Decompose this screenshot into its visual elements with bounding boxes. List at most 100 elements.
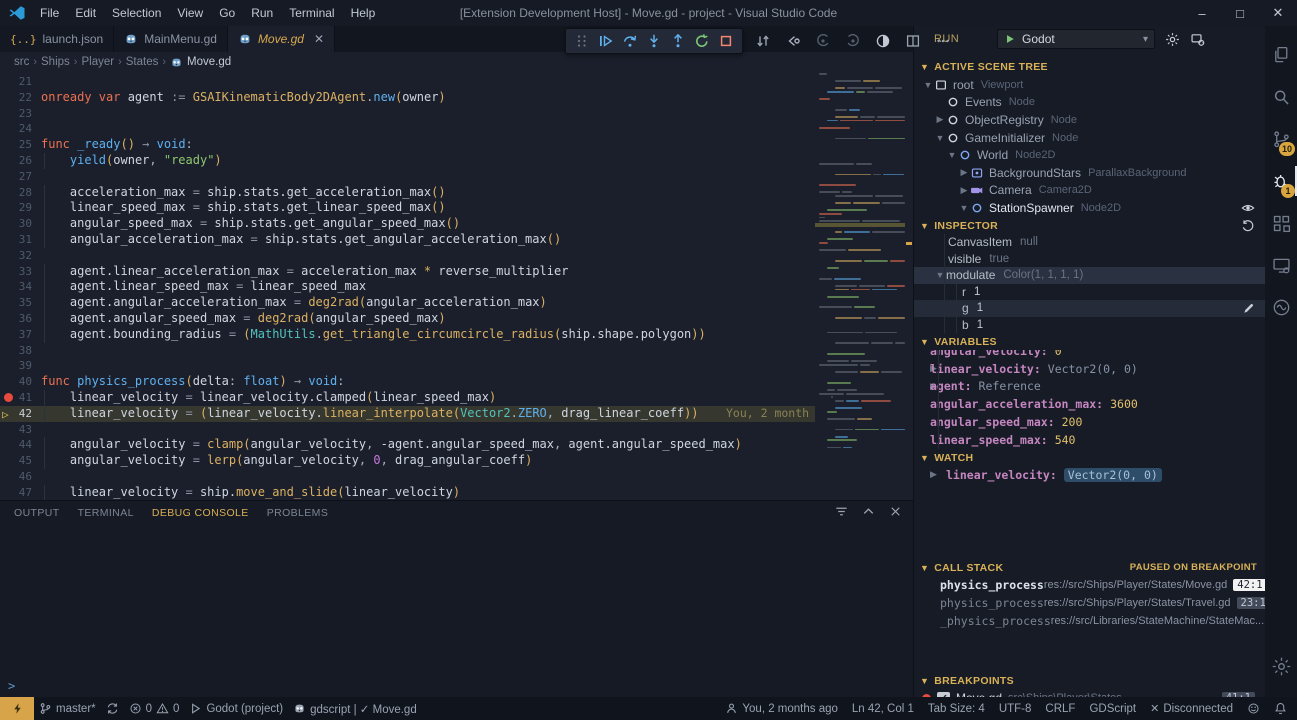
scene-node-events[interactable]: EventsNode xyxy=(914,94,1265,112)
code-line[interactable]: 44 angular_velocity = clamp(angular_velo… xyxy=(0,437,815,453)
code-line[interactable]: 27 xyxy=(0,169,815,185)
activity-remote-explorer[interactable] xyxy=(1265,244,1297,286)
code-line[interactable]: 30 angular_speed_max = ship.stats.get_an… xyxy=(0,216,815,232)
code-line[interactable]: 41 linear_velocity = linear_velocity.cla… xyxy=(0,390,815,406)
inspector-row-modulate[interactable]: ▼modulateColor(1, 1, 1, 1) xyxy=(914,267,1265,284)
code-line[interactable]: 24 xyxy=(0,121,815,137)
menu-terminal[interactable]: Terminal xyxy=(281,0,342,26)
status-language-status[interactable]: gdscript | ✓ Move.gd xyxy=(288,697,422,720)
breakpoint-row[interactable]: ✓Move.gdsrc\Ships\Player\States41:1 xyxy=(914,689,1265,697)
menu-go[interactable]: Go xyxy=(211,0,243,26)
breadcrumb-item[interactable]: Ships xyxy=(41,56,70,68)
section-breakpoints[interactable]: ▼BREAKPOINTS xyxy=(914,672,1265,689)
split-editor-button[interactable] xyxy=(901,30,925,52)
variable-row[interactable]: linear_speed_max:540 xyxy=(914,431,1265,449)
menu-view[interactable]: View xyxy=(169,0,211,26)
code-line[interactable]: 36 agent.angular_speed_max = deg2rad(ang… xyxy=(0,311,815,327)
code-line[interactable]: 37 agent.bounding_radius = (MathUtils.ge… xyxy=(0,327,815,343)
panel-tab-output[interactable]: OUTPUT xyxy=(14,503,60,523)
code-line[interactable]: 47 linear_velocity = ship.move_and_slide… xyxy=(0,485,815,500)
expand-chevron-icon[interactable]: ▶ xyxy=(914,363,930,374)
status-remote-indicator[interactable] xyxy=(0,697,34,720)
scene-node-objectregistry[interactable]: ▶ObjectRegistryNode xyxy=(914,111,1265,129)
breadcrumb[interactable]: src›Ships›Player›States›Move.gd xyxy=(0,52,913,72)
code-editor[interactable]: 2122onready var agent := GSAIKinematicBo… xyxy=(0,72,913,500)
breadcrumb-file[interactable]: Move.gd xyxy=(170,56,231,69)
status-launch-config[interactable]: Godot (project) xyxy=(184,697,288,720)
status-feedback[interactable] xyxy=(1247,697,1260,720)
step-forward-button[interactable] xyxy=(841,30,865,52)
status-cursor-position[interactable]: Ln 42, Col 1 xyxy=(852,697,914,720)
code-line[interactable]: 32 xyxy=(0,248,815,264)
scene-node-camera[interactable]: ▶CameraCamera2D xyxy=(914,182,1265,200)
code-line[interactable]: 43 xyxy=(0,422,815,438)
code-line[interactable]: 22onready var agent := GSAIKinematicBody… xyxy=(0,90,815,106)
maximize-button[interactable]: □ xyxy=(1221,0,1259,26)
activity-run-and-debug[interactable]: 1 xyxy=(1265,160,1297,202)
code-line[interactable]: 21 xyxy=(0,74,815,90)
drag-grip-button[interactable] xyxy=(570,30,594,52)
variable-row[interactable]: ▶agent:Reference xyxy=(914,378,1265,396)
overview-ruler[interactable] xyxy=(905,72,913,500)
step-over-button[interactable] xyxy=(618,30,642,52)
scene-node-stationspawner[interactable]: ▼StationSpawnerNode2D xyxy=(914,199,1265,217)
code-line[interactable]: 46 xyxy=(0,469,815,485)
panel-tab-problems[interactable]: PROBLEMS xyxy=(267,503,329,523)
section-call-stack[interactable]: ▼CALL STACKPAUSED ON BREAKPOINT xyxy=(914,559,1265,576)
panel-tab-terminal[interactable]: TERMINAL xyxy=(78,503,134,523)
tree-chevron-icon[interactable]: ▼ xyxy=(946,150,958,160)
stack-frame[interactable]: physics_processres://src/Ships/Player/St… xyxy=(914,594,1265,612)
section-active-scene-tree[interactable]: ▼ACTIVE SCENE TREE xyxy=(914,52,1265,76)
menu-help[interactable]: Help xyxy=(343,0,384,26)
code-line[interactable]: 25func _ready() → void: xyxy=(0,137,815,153)
step-out-button[interactable] xyxy=(666,30,690,52)
breadcrumb-item[interactable]: States xyxy=(126,56,159,68)
editor-tab-move-gd[interactable]: Move.gd✕ xyxy=(228,26,335,52)
code-line[interactable]: 29 linear_speed_max = ship.stats.get_lin… xyxy=(0,200,815,216)
inspector-row-b[interactable]: b1 xyxy=(914,317,1265,334)
inspector-row-canvasitem[interactable]: CanvasItemnull xyxy=(914,234,1265,251)
activity-explorer[interactable] xyxy=(1265,34,1297,76)
status-tab-size[interactable]: Tab Size: 4 xyxy=(928,697,985,720)
activity-source-control[interactable]: 10 xyxy=(1265,118,1297,160)
activity-extensions[interactable] xyxy=(1265,202,1297,244)
tree-chevron-icon[interactable]: ▼ xyxy=(934,133,946,143)
breadcrumb-item[interactable]: Player xyxy=(81,56,114,68)
debug-console-body[interactable]: > xyxy=(0,525,913,697)
code-line[interactable]: 38 xyxy=(0,343,815,359)
activity-settings[interactable] xyxy=(1265,645,1297,687)
status-git-branch[interactable]: master* xyxy=(34,697,101,720)
menu-edit[interactable]: Edit xyxy=(67,0,104,26)
scene-node-gameinitializer[interactable]: ▼GameInitializerNode xyxy=(914,129,1265,147)
variable-row[interactable]: ▶linear_velocity:Vector2(0, 0) xyxy=(914,360,1265,378)
code-line[interactable]: 26 yield(owner, "ready") xyxy=(0,153,815,169)
breadcrumb-item[interactable]: src xyxy=(14,56,29,68)
minimap[interactable] xyxy=(815,72,905,500)
section-variables[interactable]: ▼VARIABLES xyxy=(914,333,1265,350)
maximize-panel-icon[interactable] xyxy=(861,504,876,519)
expand-chevron-icon[interactable]: ▶ xyxy=(914,469,930,480)
watch-row[interactable]: ▶linear_velocity:Vector2(0, 0) xyxy=(914,466,1265,483)
tree-chevron-icon[interactable]: ▼ xyxy=(958,203,970,213)
more-actions-button[interactable] xyxy=(931,30,955,52)
debug-console-icon[interactable] xyxy=(1190,32,1205,47)
status-sync[interactable] xyxy=(101,697,124,720)
panel-tab-debug-console[interactable]: DEBUG CONSOLE xyxy=(152,503,249,523)
stack-frame[interactable]: _physics_processres://src/Libraries/Stat… xyxy=(914,612,1265,630)
tree-chevron-icon[interactable]: ▶ xyxy=(958,185,970,196)
code-line[interactable]: 39 xyxy=(0,358,815,374)
menu-selection[interactable]: Selection xyxy=(104,0,169,26)
tree-chevron-icon[interactable]: ▶ xyxy=(958,167,970,178)
minimize-button[interactable]: – xyxy=(1183,0,1221,26)
code-line[interactable]: 33 agent.linear_acceleration_max = accel… xyxy=(0,264,815,280)
expand-chevron-icon[interactable]: ▶ xyxy=(914,381,930,392)
status-notifications[interactable] xyxy=(1274,697,1287,720)
code-line[interactable]: ▷42 linear_velocity = (linear_velocity.l… xyxy=(0,406,815,422)
status-git-blame[interactable]: You, 2 months ago xyxy=(725,697,837,720)
code-line[interactable]: 34 agent.linear_speed_max = linear_speed… xyxy=(0,279,815,295)
activity-search[interactable] xyxy=(1265,76,1297,118)
reverse-continue-button[interactable] xyxy=(781,30,805,52)
configure-launch-icon[interactable] xyxy=(1165,32,1180,47)
status-problems[interactable]: 00 xyxy=(124,697,185,720)
inspector-row-r[interactable]: r1 xyxy=(914,284,1265,301)
